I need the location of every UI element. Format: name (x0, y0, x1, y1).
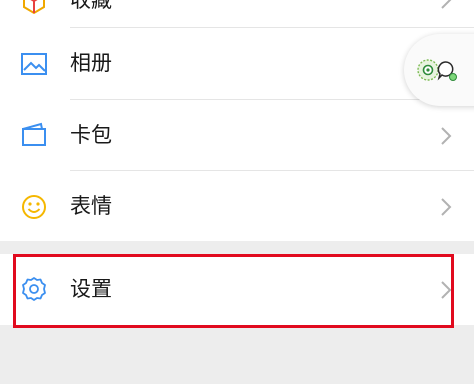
gear-icon (20, 275, 48, 303)
menu-item-label: 设置 (70, 277, 112, 301)
image-icon (20, 50, 48, 78)
floating-window-bubble[interactable] (404, 34, 474, 106)
mini-program-float-icon (417, 59, 457, 81)
menu-item-album[interactable]: 相册 (0, 28, 474, 99)
menu-item-label: 收藏 (70, 0, 112, 12)
menu-item-stickers[interactable]: 表情 (0, 171, 474, 241)
menu-item-label: 表情 (70, 194, 112, 218)
menu-group-settings: 设置 (0, 254, 474, 325)
cube-icon (20, 0, 48, 15)
menu-item-label: 卡包 (70, 123, 112, 147)
chevron-right-icon (441, 281, 452, 299)
card-wallet-icon (20, 121, 48, 149)
chevron-right-icon (441, 127, 452, 145)
menu-group-main: 收藏 相册 卡包 表情 (0, 0, 474, 241)
chevron-right-icon (441, 198, 452, 216)
menu-item-favorites[interactable]: 收藏 (0, 0, 474, 25)
menu-item-settings[interactable]: 设置 (0, 254, 474, 325)
menu-item-card-wallet[interactable]: 卡包 (0, 100, 474, 170)
menu-item-label: 相册 (70, 51, 112, 75)
chevron-right-icon (441, 0, 452, 9)
smiley-icon (20, 193, 48, 221)
